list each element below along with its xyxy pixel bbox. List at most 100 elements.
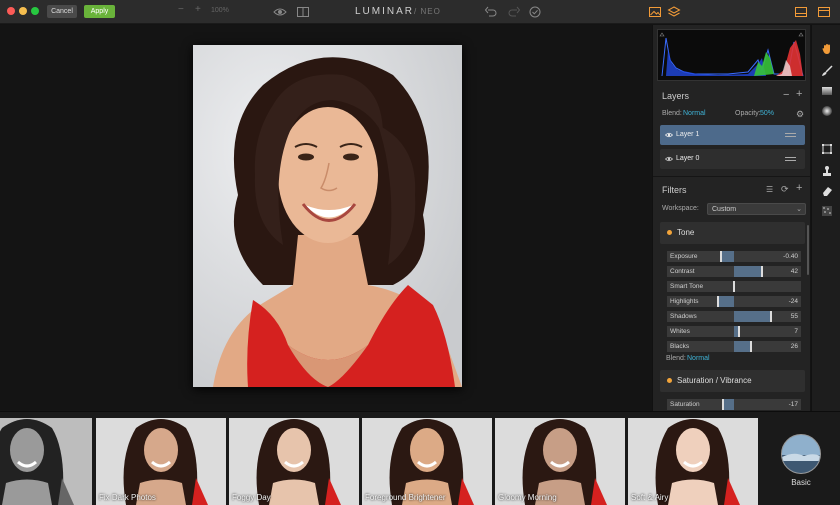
tool-strip — [811, 25, 840, 411]
slider-knob[interactable] — [761, 266, 764, 277]
slider-shadows[interactable]: Shadows 55 — [667, 311, 801, 322]
tone-filter-header[interactable]: Tone — [660, 222, 805, 244]
crop-tool-icon[interactable] — [821, 143, 833, 155]
layer-settings-gear-icon[interactable]: ⚙ — [796, 109, 804, 120]
clone-stamp-icon[interactable] — [821, 165, 833, 177]
close-window-button[interactable] — [7, 7, 15, 15]
slider-contrast[interactable]: Contrast 42 — [667, 266, 801, 277]
undo-icon[interactable] — [484, 5, 498, 19]
slider-whites[interactable]: Whites 7 — [667, 326, 801, 337]
portrait-photo[interactable] — [193, 45, 462, 387]
redo-icon[interactable] — [507, 5, 521, 19]
slider-smart-tone[interactable]: Smart Tone — [667, 281, 801, 292]
slider-value: -0.40 — [783, 253, 798, 260]
slider-label: Whites — [670, 328, 690, 335]
slider-fill — [734, 311, 771, 322]
preset-category-label: Basic — [791, 478, 811, 487]
gradient-tool-icon[interactable] — [821, 85, 833, 97]
adjustments-panel: Layers − + Blend: Normal Opacity: 50% ⚙ … — [652, 25, 810, 411]
slider-knob[interactable] — [733, 281, 735, 292]
apply-button[interactable]: Apply — [84, 5, 115, 18]
presets-filmstrip: &W Fix Dark Photos Foggy Day Foreground Bri… — [0, 411, 840, 505]
slider-value: 55 — [790, 313, 798, 320]
panel-scrollbar[interactable] — [807, 225, 809, 275]
preset-preview-image — [495, 418, 625, 505]
cancel-button[interactable]: Cancel — [47, 5, 77, 18]
layer-row-0[interactable]: Layer 0 — [660, 149, 805, 169]
slider-fill — [734, 266, 763, 277]
radial-mask-icon[interactable] — [821, 105, 833, 117]
preset-name: Fix Dark Photos — [99, 493, 156, 502]
preset-thumbnail[interactable]: &W — [0, 418, 92, 505]
tone-filter-title: Tone — [677, 228, 695, 237]
noise-texture-icon[interactable] — [821, 205, 833, 217]
slider-knob[interactable] — [721, 399, 724, 410]
add-layer-button[interactable]: + — [796, 88, 802, 100]
minimize-window-button[interactable] — [19, 7, 27, 15]
slider-knob[interactable] — [719, 251, 722, 262]
workspace-value: Custom — [712, 206, 737, 213]
panel-toggle-icon[interactable] — [817, 5, 831, 19]
preset-name: Foggy Day — [232, 493, 271, 502]
app-edition: / NEO — [414, 7, 441, 16]
workspace-label: Workspace: — [662, 205, 699, 212]
slider-label: Shadows — [670, 313, 697, 320]
workspace-select[interactable]: Custom ⌄ — [707, 203, 806, 215]
zoom-window-button[interactable] — [31, 7, 39, 15]
preset-thumbnail[interactable]: Gloomy Morning — [495, 418, 625, 505]
zoom-out-button[interactable]: − — [178, 4, 184, 15]
layers-icon[interactable] — [667, 5, 681, 19]
refresh-icon[interactable]: ⟳ — [781, 184, 789, 195]
add-filter-button[interactable]: + — [796, 182, 802, 194]
saturation-filter-header[interactable]: Saturation / Vibrance — [660, 370, 805, 392]
image-canvas[interactable] — [0, 25, 652, 411]
history-check-icon[interactable] — [528, 5, 542, 19]
slider-value: 42 — [790, 268, 798, 275]
brush-tool-icon[interactable] — [821, 65, 833, 77]
preset-category-button[interactable] — [781, 434, 821, 474]
slider-value: 26 — [790, 343, 798, 350]
zoom-level[interactable]: 100% — [211, 7, 229, 14]
tone-blend-mode[interactable]: Normal — [687, 355, 710, 362]
app-logo: LUMINAR/ NEO — [355, 6, 441, 17]
histogram — [657, 29, 806, 81]
slider-knob[interactable] — [750, 341, 753, 352]
slider-label: Exposure — [670, 253, 698, 260]
preset-thumbnail[interactable]: Soft & Airy — [628, 418, 758, 505]
layer-options-icon[interactable] — [785, 157, 796, 161]
layer-opacity-value[interactable]: 50% — [760, 110, 774, 117]
preset-preview-image — [0, 418, 92, 505]
layer-name: Layer 1 — [676, 131, 700, 138]
slider-saturation[interactable]: Saturation -17 — [667, 399, 801, 410]
slider-fill — [734, 341, 752, 352]
preset-thumbnail[interactable]: Fix Dark Photos — [96, 418, 226, 505]
slider-knob[interactable] — [769, 311, 772, 322]
slider-value: 7 — [794, 328, 798, 335]
layer-options-icon[interactable] — [785, 133, 796, 137]
zoom-in-button[interactable]: + — [195, 4, 201, 15]
hand-tool-icon[interactable] — [821, 43, 833, 55]
compare-icon[interactable] — [296, 5, 310, 19]
slider-knob[interactable] — [737, 326, 740, 337]
tone-blend-label: Blend: — [666, 355, 686, 362]
image-icon[interactable] — [648, 5, 662, 19]
preset-thumbnail[interactable]: Foreground Brightener — [362, 418, 492, 505]
layer-row-1[interactable]: Layer 1 — [660, 125, 805, 145]
slider-blacks[interactable]: Blacks 26 — [667, 341, 801, 352]
layer-visibility-eye-icon[interactable] — [665, 131, 673, 139]
filmstrip-toggle-icon[interactable] — [794, 5, 808, 19]
slider-knob[interactable] — [716, 296, 719, 307]
slider-highlights[interactable]: Highlights -24 — [667, 296, 801, 307]
eraser-icon[interactable] — [821, 185, 833, 197]
filter-list-icon[interactable]: ☰ — [766, 185, 773, 194]
filter-status-dot — [667, 378, 672, 383]
eye-icon[interactable] — [273, 5, 287, 19]
preset-thumbnail[interactable]: Foggy Day — [229, 418, 359, 505]
slider-exposure[interactable]: Exposure -0.40 — [667, 251, 801, 262]
slider-label: Smart Tone — [670, 283, 704, 290]
layer-blend-mode[interactable]: Normal — [683, 110, 706, 117]
slider-label: Contrast — [670, 268, 695, 275]
preset-preview-image — [628, 418, 758, 505]
layer-visibility-eye-icon[interactable] — [665, 155, 673, 163]
remove-layer-button[interactable]: − — [783, 89, 789, 101]
